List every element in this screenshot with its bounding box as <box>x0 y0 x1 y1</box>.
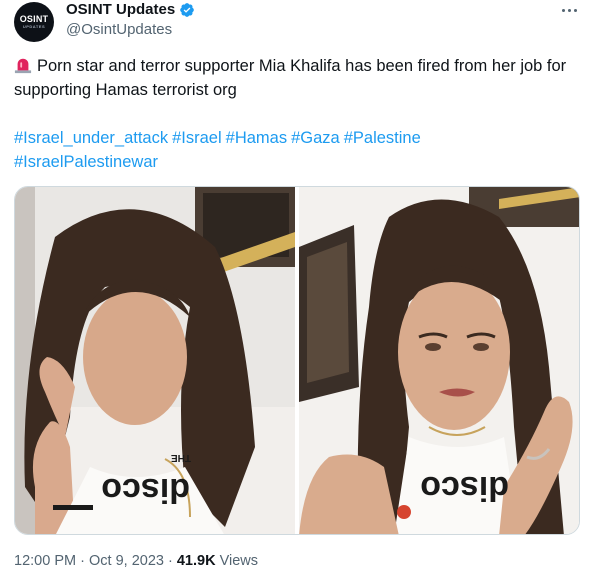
tweet-body: Porn star and terror supporter Mia Khali… <box>14 57 567 99</box>
meta-separator: · <box>80 553 85 569</box>
hashtag-link[interactable]: #Israel_under_attack <box>14 129 168 147</box>
avatar-text: OSINT <box>19 14 49 24</box>
handle[interactable]: @OsintUpdates <box>66 21 195 38</box>
more-icon[interactable] <box>557 1 581 19</box>
hashtag-link[interactable]: #Gaza <box>291 129 340 147</box>
hashtag-link[interactable]: #Palestine <box>344 129 421 147</box>
avatar[interactable]: OSINT UPDATES <box>14 2 54 42</box>
author-names: OSINT Updates @OsintUpdates <box>66 0 195 38</box>
shirt-print-main: disco <box>101 471 190 509</box>
display-name[interactable]: OSINT Updates <box>66 1 175 18</box>
tweet-date[interactable]: Oct 9, 2023 <box>89 553 164 569</box>
meta-separator: · <box>167 553 173 569</box>
views-count: 41.9K <box>176 553 216 569</box>
hashtags: #Israel_under_attack #Israel #Hamas #Gaza #P… <box>14 126 584 174</box>
tweet-meta: 12:00 PM · Oct 9, 2023 · 41.9K Views <box>14 553 258 569</box>
hashtag-link[interactable]: #Israel <box>172 129 222 147</box>
tweet-text: Porn star and terror supporter Mia Khali… <box>14 54 584 102</box>
photo-left-image: disco THE <box>15 187 295 534</box>
media-grid: disco THE disco <box>14 186 580 535</box>
shirt-print-top: THE <box>171 452 191 463</box>
siren-icon <box>14 58 32 74</box>
avatar-subtext: UPDATES <box>22 24 46 29</box>
views-label: Views <box>219 553 259 569</box>
tweet-card: OSINT UPDATES OSINT Updates @OsintUpdate… <box>0 0 597 576</box>
svg-text:disco: disco <box>420 469 509 507</box>
photo-left[interactable]: disco THE <box>15 187 295 534</box>
tweet-time[interactable]: 12:00 PM <box>14 553 76 569</box>
photo-right-image: disco <box>299 187 579 534</box>
hashtag-link[interactable]: #IsraelPalestinewar <box>14 153 158 171</box>
hashtag-link[interactable]: #Hamas <box>226 129 287 147</box>
verified-badge-icon <box>180 2 195 17</box>
photo-right[interactable]: disco <box>299 187 579 534</box>
